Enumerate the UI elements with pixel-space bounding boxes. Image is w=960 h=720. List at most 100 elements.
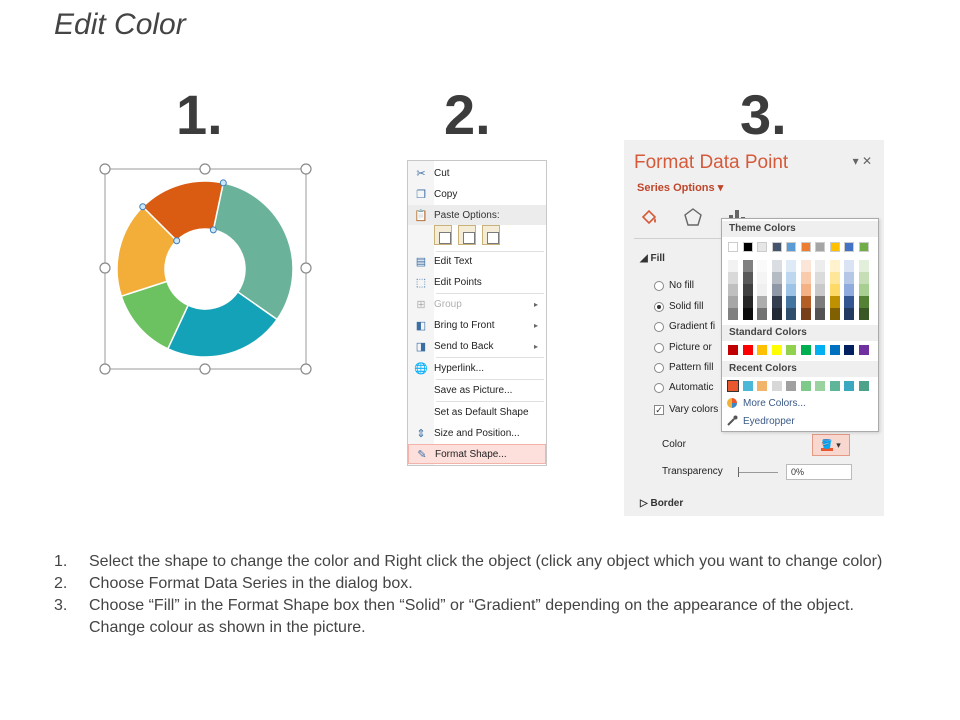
recent-color-swatch[interactable]: [727, 380, 739, 392]
series-options-dropdown[interactable]: Series Options ▾: [637, 181, 723, 194]
theme-shade-swatch[interactable]: [771, 260, 782, 272]
radio-button[interactable]: [654, 280, 664, 291]
theme-color-swatch[interactable]: [742, 242, 753, 252]
resize-handle[interactable]: [300, 163, 312, 175]
theme-shade-swatch[interactable]: [800, 272, 811, 284]
fill-option-no-fill[interactable]: No fill: [654, 280, 694, 291]
recent-color-swatch[interactable]: [786, 381, 796, 391]
theme-shade-swatch[interactable]: [844, 284, 854, 296]
theme-shade-swatch[interactable]: [800, 260, 811, 272]
menu-item-cut[interactable]: ✂ Cut: [408, 163, 546, 183]
recent-color-swatch[interactable]: [757, 381, 767, 391]
segment-selection-handle[interactable]: [209, 226, 217, 234]
theme-shade-swatch[interactable]: [844, 272, 854, 284]
fill-option-pattern-fill[interactable]: Pattern fill: [654, 362, 713, 373]
resize-handle[interactable]: [99, 262, 111, 274]
menu-item-set-default-shape[interactable]: Set as Default Shape: [408, 402, 546, 422]
segment-selection-handle[interactable]: [219, 179, 227, 187]
recent-color-swatch[interactable]: [815, 381, 825, 391]
donut-segment[interactable]: [212, 182, 294, 321]
theme-color-swatch[interactable]: [771, 242, 782, 252]
theme-shade-swatch[interactable]: [858, 296, 869, 308]
theme-shade-swatch[interactable]: [742, 296, 753, 308]
transparency-input[interactable]: 0%: [786, 464, 852, 480]
standard-color-swatch[interactable]: [728, 345, 738, 355]
menu-item-save-as-picture[interactable]: Save as Picture...: [408, 380, 546, 400]
standard-color-swatch[interactable]: [844, 345, 854, 355]
theme-shade-swatch[interactable]: [742, 284, 753, 296]
standard-color-swatch[interactable]: [742, 345, 753, 355]
radio-button[interactable]: [654, 342, 664, 353]
transparency-slider-handle[interactable]: [738, 467, 739, 477]
theme-shade-swatch[interactable]: [786, 260, 796, 272]
recent-color-swatch[interactable]: [829, 381, 840, 391]
theme-shade-swatch[interactable]: [728, 260, 738, 272]
menu-item-group[interactable]: ⊞ Group ▸: [408, 294, 546, 314]
effects-tab-icon[interactable]: [682, 206, 704, 228]
paste-picture-icon[interactable]: [482, 225, 500, 245]
theme-shade-swatch[interactable]: [858, 260, 869, 272]
transparency-slider[interactable]: [738, 472, 778, 473]
more-colors-item[interactable]: More Colors...: [726, 397, 806, 409]
theme-shade-swatch[interactable]: [829, 284, 840, 296]
fill-option-gradient-fill[interactable]: Gradient fi: [654, 321, 715, 332]
theme-shade-swatch[interactable]: [786, 296, 796, 308]
fill-line-tab-icon[interactable]: [638, 206, 660, 228]
theme-shade-swatch[interactable]: [858, 284, 869, 296]
fill-option-automatic[interactable]: Automatic: [654, 382, 713, 393]
theme-shade-swatch[interactable]: [844, 296, 854, 308]
donut-chart[interactable]: [95, 160, 315, 380]
theme-shade-swatch[interactable]: [815, 308, 825, 320]
theme-shade-swatch[interactable]: [757, 284, 767, 296]
theme-shade-swatch[interactable]: [786, 308, 796, 320]
theme-color-swatch[interactable]: [844, 242, 854, 252]
recent-color-swatch[interactable]: [858, 381, 869, 391]
theme-color-swatch[interactable]: [800, 242, 811, 252]
theme-shade-swatch[interactable]: [757, 260, 767, 272]
close-icon[interactable]: ✕: [862, 154, 872, 168]
theme-shade-swatch[interactable]: [771, 284, 782, 296]
recent-color-swatch[interactable]: [844, 381, 854, 391]
theme-shade-swatch[interactable]: [771, 308, 782, 320]
resize-handle[interactable]: [99, 163, 111, 175]
standard-color-swatch[interactable]: [829, 345, 840, 355]
menu-item-size-and-position[interactable]: ⇕ Size and Position...: [408, 423, 546, 443]
theme-shade-swatch[interactable]: [815, 260, 825, 272]
recent-color-swatch[interactable]: [771, 381, 782, 391]
vary-colors-checkbox-row[interactable]: ✓ Vary colors: [654, 404, 718, 415]
theme-shade-swatch[interactable]: [829, 272, 840, 284]
theme-shade-swatch[interactable]: [829, 260, 840, 272]
theme-color-swatch[interactable]: [815, 242, 825, 252]
resize-handle[interactable]: [99, 363, 111, 375]
theme-shade-swatch[interactable]: [728, 308, 738, 320]
standard-color-swatch[interactable]: [858, 345, 869, 355]
theme-shade-swatch[interactable]: [829, 296, 840, 308]
menu-item-format-shape[interactable]: ✎ Format Shape...: [408, 444, 546, 464]
theme-shade-swatch[interactable]: [815, 296, 825, 308]
theme-shade-swatch[interactable]: [858, 272, 869, 284]
menu-item-copy[interactable]: ❐ Copy: [408, 184, 546, 204]
menu-item-bring-to-front[interactable]: ◧ Bring to Front ▸: [408, 315, 546, 335]
theme-shade-swatch[interactable]: [771, 296, 782, 308]
theme-shade-swatch[interactable]: [786, 284, 796, 296]
menu-item-edit-text[interactable]: ▤ Edit Text: [408, 251, 546, 271]
fill-option-picture-fill[interactable]: Picture or: [654, 342, 712, 353]
radio-button[interactable]: [654, 382, 664, 393]
resize-handle[interactable]: [300, 363, 312, 375]
theme-shade-swatch[interactable]: [757, 296, 767, 308]
radio-button[interactable]: [654, 362, 664, 373]
theme-shade-swatch[interactable]: [786, 272, 796, 284]
border-section-header[interactable]: ▷ Border: [640, 498, 683, 509]
theme-shade-swatch[interactable]: [829, 308, 840, 320]
paste-keep-source-icon[interactable]: [434, 225, 452, 245]
recent-color-swatch[interactable]: [800, 381, 811, 391]
standard-color-swatch[interactable]: [786, 345, 796, 355]
radio-button[interactable]: [654, 301, 664, 312]
theme-shade-swatch[interactable]: [800, 296, 811, 308]
theme-color-swatch[interactable]: [728, 242, 738, 252]
theme-shade-swatch[interactable]: [728, 284, 738, 296]
resize-handle[interactable]: [300, 262, 312, 274]
theme-color-swatch[interactable]: [786, 242, 796, 252]
theme-shade-swatch[interactable]: [771, 272, 782, 284]
standard-color-swatch[interactable]: [815, 345, 825, 355]
